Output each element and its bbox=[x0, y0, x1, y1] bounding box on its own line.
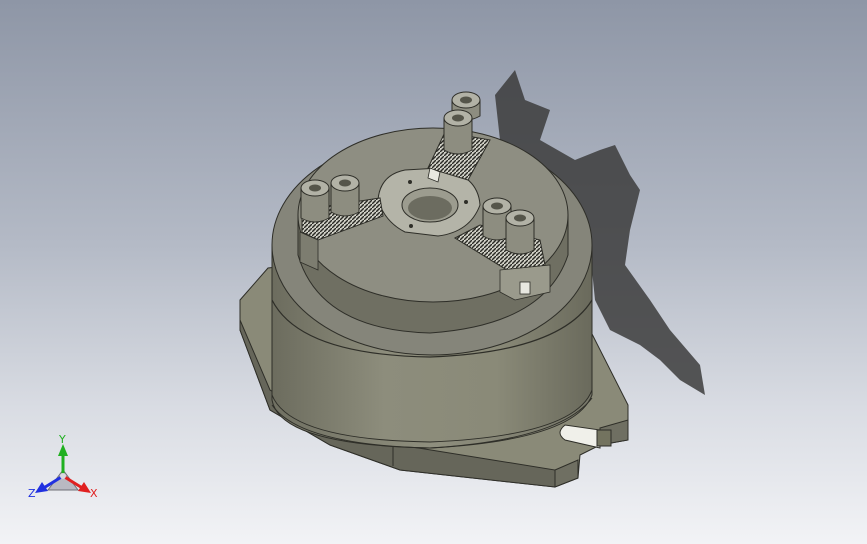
screw-left-2 bbox=[330, 174, 360, 217]
x-axis-label: X bbox=[90, 487, 98, 500]
cad-viewport[interactable]: Y X Z bbox=[0, 0, 867, 544]
model-scene[interactable]: Y X Z bbox=[0, 0, 867, 544]
screw-top-2 bbox=[443, 109, 473, 155]
coordinate-triad[interactable]: Y X Z bbox=[28, 433, 98, 500]
z-axis-label: Z bbox=[28, 487, 36, 500]
screw-right-2 bbox=[505, 209, 535, 255]
screw-left-1 bbox=[300, 179, 330, 223]
y-axis-label: Y bbox=[58, 433, 66, 446]
